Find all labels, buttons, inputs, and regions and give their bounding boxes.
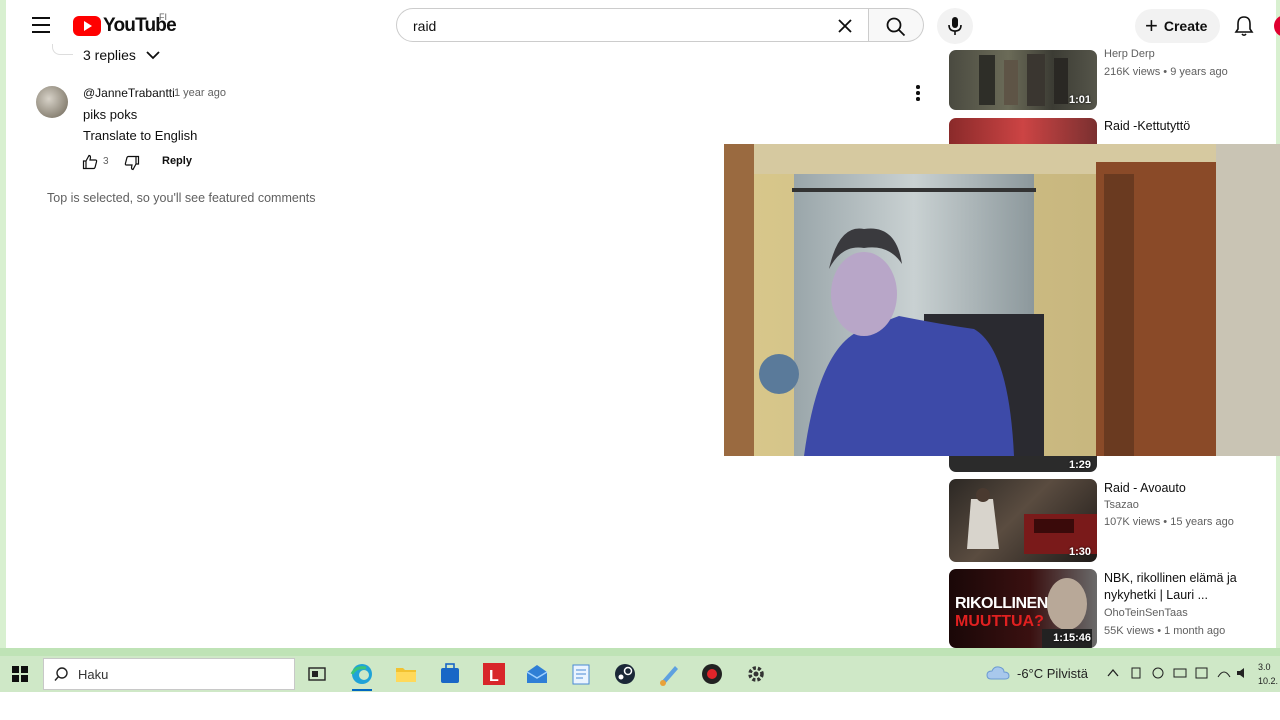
l-app-icon[interactable]: L (480, 660, 508, 688)
taskbar-search-label: Haku (78, 667, 109, 682)
video-meta: 55K views • 1 month ago (1104, 625, 1226, 637)
replies-count-label: 3 replies (83, 47, 136, 63)
settings-gear-icon[interactable] (742, 660, 770, 688)
search-box[interactable] (396, 8, 869, 42)
video-thumbnail[interactable]: 1:29 (949, 456, 1097, 472)
create-label: Create (1163, 18, 1208, 34)
video-thumbnail[interactable]: 1:01 (949, 50, 1097, 110)
window-left-border (0, 0, 6, 652)
thread-connector (52, 44, 73, 55)
windows-taskbar: Haku L -6°C Pilvistä 3.0 10.2. (0, 656, 1280, 692)
video-thumbnail[interactable]: 1:30 (949, 479, 1097, 562)
paint-app-icon[interactable] (655, 660, 683, 688)
video-channel[interactable]: Herp Derp (1104, 48, 1155, 60)
weather-widget[interactable]: -6°C Pilvistä (986, 665, 1088, 681)
video-duration: 1:01 (1068, 94, 1091, 106)
like-count: 3 (103, 156, 109, 167)
video-meta: 107K views • 15 years ago (1104, 516, 1234, 528)
comment-timestamp[interactable]: 1 year ago (174, 87, 226, 99)
video-thumbnail[interactable] (949, 118, 1097, 144)
video-title[interactable]: NBK, rikollinen elämä ja nykyhetki | Lau… (1104, 570, 1274, 604)
comment-author[interactable]: @JanneTrabantti (83, 86, 175, 100)
video-title[interactable]: Raid - Avoauto (1104, 480, 1274, 497)
featured-comments-note: Top is selected, so you'll see featured … (47, 191, 316, 205)
webcam-overlay (724, 144, 1280, 456)
system-tray[interactable] (1106, 665, 1251, 684)
translate-link[interactable]: Translate to English (83, 128, 197, 143)
replies-toggle-button[interactable]: 3 replies (83, 47, 160, 63)
screen-bottom-area (0, 692, 1280, 720)
voice-search-button[interactable] (937, 8, 973, 44)
task-view-icon[interactable] (303, 660, 331, 688)
youtube-play-icon (73, 16, 101, 36)
search-button[interactable] (869, 8, 924, 42)
svg-text:L: L (489, 668, 499, 685)
video-channel[interactable]: Tsazao (1104, 499, 1139, 511)
notifications-bell-icon[interactable] (1234, 15, 1254, 37)
plus-icon: + (1145, 13, 1158, 38)
video-duration: 1:30 (1068, 546, 1091, 558)
clock-time: 3.0 (1258, 662, 1271, 672)
video-duration: 1:29 (1068, 459, 1091, 471)
comment-author-avatar[interactable] (36, 86, 68, 118)
comment-text: piks poks (83, 107, 138, 122)
file-explorer-icon[interactable] (392, 660, 420, 688)
thumbs-up-icon[interactable] (82, 154, 98, 170)
more-actions-icon[interactable] (914, 85, 922, 103)
chevron-down-icon (146, 51, 160, 60)
menu-icon[interactable] (32, 17, 50, 33)
search-icon (886, 17, 906, 37)
tray-icons (1107, 667, 1244, 679)
video-meta: 216K views • 9 years ago (1104, 66, 1228, 78)
search-icon (54, 667, 68, 681)
webcam-feed-image (724, 144, 1280, 456)
windows-start-icon[interactable] (12, 666, 28, 682)
weather-text: -6°C Pilvistä (1017, 665, 1088, 681)
thumbnail-text: RIKOLLINEN (955, 595, 1048, 612)
video-title[interactable]: Raid -Kettutyttö (1104, 118, 1274, 135)
steam-icon[interactable] (611, 660, 639, 688)
video-channel[interactable]: OhoTeinSenTaas (1104, 607, 1188, 619)
taskbar-search-box[interactable]: Haku (43, 658, 295, 690)
thumbs-down-icon[interactable] (124, 155, 140, 171)
recorder-app-icon[interactable] (698, 660, 726, 688)
system-clock[interactable]: 3.0 10.2. (1258, 660, 1278, 688)
video-duration: 1:15:46 (1053, 632, 1091, 644)
cloud-icon (986, 666, 1010, 680)
close-icon[interactable] (835, 16, 855, 36)
mail-app-icon[interactable] (523, 660, 551, 688)
thumbnail-text-2: MUUTTUA? (955, 613, 1044, 630)
microphone-icon (948, 17, 962, 35)
edge-browser-icon[interactable] (348, 660, 376, 691)
country-code: FI (159, 12, 167, 22)
video-thumbnail[interactable]: RIKOLLINEN MUUTTUA? 1:15:46 (949, 569, 1097, 648)
notepad-app-icon[interactable] (567, 660, 595, 688)
reply-button[interactable]: Reply (162, 155, 192, 167)
masthead: YouTube FI + Create (6, 0, 1276, 52)
clock-date: 10.2. (1258, 676, 1279, 686)
window-bottom-border (0, 648, 1280, 656)
microsoft-store-icon[interactable] (436, 660, 464, 688)
search-input[interactable] (411, 17, 815, 35)
create-button[interactable]: + Create (1135, 9, 1220, 43)
